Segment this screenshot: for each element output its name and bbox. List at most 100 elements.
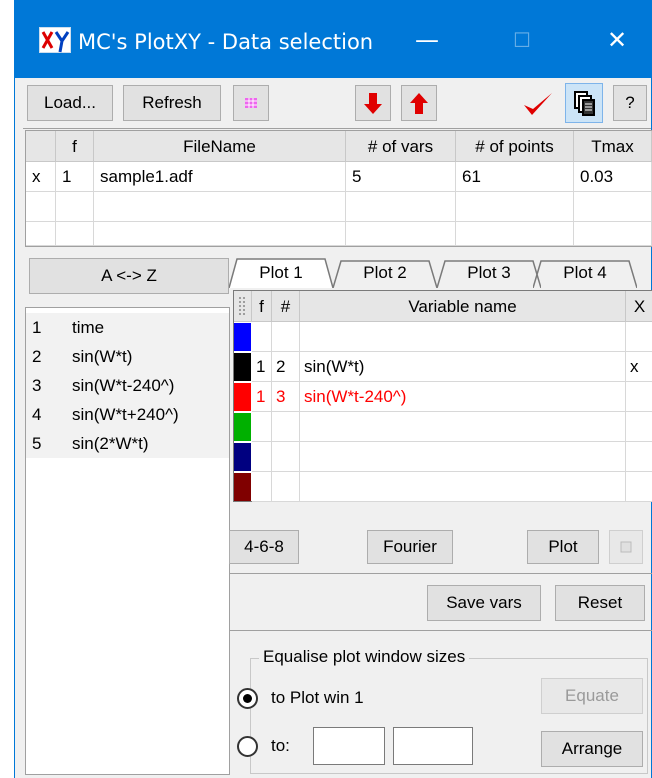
color-swatch[interactable] — [234, 473, 251, 501]
file-cell-points[interactable]: 61 — [456, 162, 574, 192]
tab-label: Plot 2 — [363, 263, 407, 282]
plot-button[interactable]: Plot — [527, 530, 599, 564]
color-swatch[interactable] — [234, 353, 251, 381]
plot-cell-num[interactable] — [272, 442, 300, 472]
plot-cell-x[interactable] — [626, 382, 652, 412]
plot-cell-num[interactable] — [272, 322, 300, 352]
refresh-button[interactable]: Refresh — [123, 85, 221, 121]
equate-button[interactable]: Equate — [541, 678, 643, 714]
height-input[interactable] — [393, 727, 473, 765]
file-cell-empty[interactable] — [26, 192, 56, 222]
fourier-button[interactable]: Fourier — [367, 530, 453, 564]
move-down-button[interactable] — [355, 85, 391, 121]
file-cell-tmax[interactable]: 0.03 — [574, 162, 652, 192]
file-cell-index[interactable]: 1 — [56, 162, 94, 192]
variable-name: sin(2*W*t) — [72, 434, 149, 453]
file-cell-select[interactable]: x — [26, 162, 56, 192]
radio-plot-win-1[interactable] — [237, 688, 258, 709]
radio-custom-size-label: to: — [271, 736, 290, 755]
file-cell-empty[interactable] — [56, 192, 94, 222]
plot-cell-x[interactable] — [626, 322, 652, 352]
divider — [229, 630, 652, 631]
reset-button[interactable]: Reset — [555, 585, 645, 621]
variable-name: sin(W*t-240^) — [72, 376, 175, 395]
list-item[interactable]: 2 sin(W*t) — [26, 342, 229, 371]
file-cell-empty[interactable] — [346, 192, 456, 222]
file-cell-empty[interactable] — [94, 222, 346, 246]
plot-cell-name[interactable] — [300, 442, 626, 472]
tab-plot-1[interactable]: Plot 1 — [229, 258, 333, 288]
plot-cell-f[interactable]: 1 — [252, 382, 272, 412]
file-col-header: f — [56, 131, 94, 162]
pink-grid-icon — [245, 98, 257, 108]
table-row[interactable] — [234, 322, 652, 352]
sort-az-button[interactable]: A <-> Z — [29, 258, 229, 294]
load-button[interactable]: Load... — [27, 85, 113, 121]
plot-cell-f[interactable] — [252, 472, 272, 502]
plot-cell-f[interactable] — [252, 322, 272, 352]
plot-cell-num[interactable]: 2 — [272, 352, 300, 382]
file-cell-empty[interactable] — [574, 192, 652, 222]
list-item[interactable]: 3 sin(W*t-240^) — [26, 371, 229, 400]
plot-cell-x[interactable] — [626, 442, 652, 472]
tab-plot-3[interactable]: Plot 3 — [437, 258, 541, 288]
arrange-button[interactable]: Arrange — [541, 731, 643, 767]
color-swatch[interactable] — [234, 383, 251, 411]
table-row[interactable] — [234, 442, 652, 472]
plot-cell-f[interactable] — [252, 412, 272, 442]
plot-cell-name[interactable]: sin(W*t-240^) — [300, 382, 626, 412]
file-cell-empty[interactable] — [456, 192, 574, 222]
plot-cell-f[interactable]: 1 — [252, 352, 272, 382]
copy-button[interactable] — [565, 83, 603, 123]
color-swatch[interactable] — [234, 443, 251, 471]
plot-cell-num[interactable] — [272, 472, 300, 502]
plot-options-button[interactable] — [609, 530, 643, 564]
red-checkmark-icon[interactable] — [521, 88, 555, 120]
color-swatch[interactable] — [234, 323, 251, 351]
save-vars-button[interactable]: Save vars — [427, 585, 541, 621]
list-item[interactable]: 5 sin(2*W*t) — [26, 429, 229, 458]
color-palette-button[interactable] — [233, 85, 269, 121]
list-item[interactable]: 4 sin(W*t+240^) — [26, 400, 229, 429]
plot-cell-num[interactable] — [272, 412, 300, 442]
file-cell-empty[interactable] — [26, 222, 56, 246]
b468-button[interactable]: 4-6-8 — [229, 530, 299, 564]
table-row[interactable] — [234, 412, 652, 442]
maximize-button[interactable]: ☐ — [502, 22, 542, 58]
file-cell-empty[interactable] — [56, 222, 94, 246]
file-cell-empty[interactable] — [574, 222, 652, 246]
plot-cell-name[interactable] — [300, 412, 626, 442]
file-cell-vars[interactable]: 5 — [346, 162, 456, 192]
plot-cell-x[interactable]: x — [626, 352, 652, 382]
plot-cell-x[interactable] — [626, 472, 652, 502]
file-col-header: Tmax — [574, 131, 652, 162]
title-bar: MC's PlotXY - Data selection — ☐ ✕ — [15, 0, 651, 78]
plot-cell-name[interactable] — [300, 322, 626, 352]
close-button[interactable]: ✕ — [597, 22, 637, 58]
file-cell-empty[interactable] — [346, 222, 456, 246]
plot-cell-name[interactable] — [300, 472, 626, 502]
move-up-button[interactable] — [401, 85, 437, 121]
tab-label: Plot 4 — [563, 263, 607, 282]
width-input[interactable] — [313, 727, 385, 765]
plot-col-header: X — [626, 291, 652, 322]
list-item[interactable]: 1 time — [26, 313, 229, 342]
plot-cell-x[interactable] — [626, 412, 652, 442]
minimize-button[interactable]: — — [407, 22, 447, 58]
tab-plot-4[interactable]: Plot 4 — [533, 258, 637, 288]
color-swatch[interactable] — [234, 413, 251, 441]
tab-plot-2[interactable]: Plot 2 — [333, 258, 437, 288]
table-row[interactable] — [234, 472, 652, 502]
help-button[interactable]: ? — [613, 85, 647, 121]
table-row[interactable]: 1 2 sin(W*t) x — [234, 352, 652, 382]
table-row[interactable]: 1 3 sin(W*t-240^) — [234, 382, 652, 412]
plot-cell-num[interactable]: 3 — [272, 382, 300, 412]
file-cell-empty[interactable] — [94, 192, 346, 222]
variable-number: 4 — [32, 405, 42, 424]
file-cell-empty[interactable] — [456, 222, 574, 246]
plot-cell-f[interactable] — [252, 442, 272, 472]
file-cell-filename[interactable]: sample1.adf — [94, 162, 346, 192]
radio-custom-size[interactable] — [237, 736, 258, 757]
plot-cell-name[interactable]: sin(W*t) — [300, 352, 626, 382]
plot-variable-table: f # Variable name X 1 2 sin(W*t) x 1 3 s… — [233, 290, 652, 502]
